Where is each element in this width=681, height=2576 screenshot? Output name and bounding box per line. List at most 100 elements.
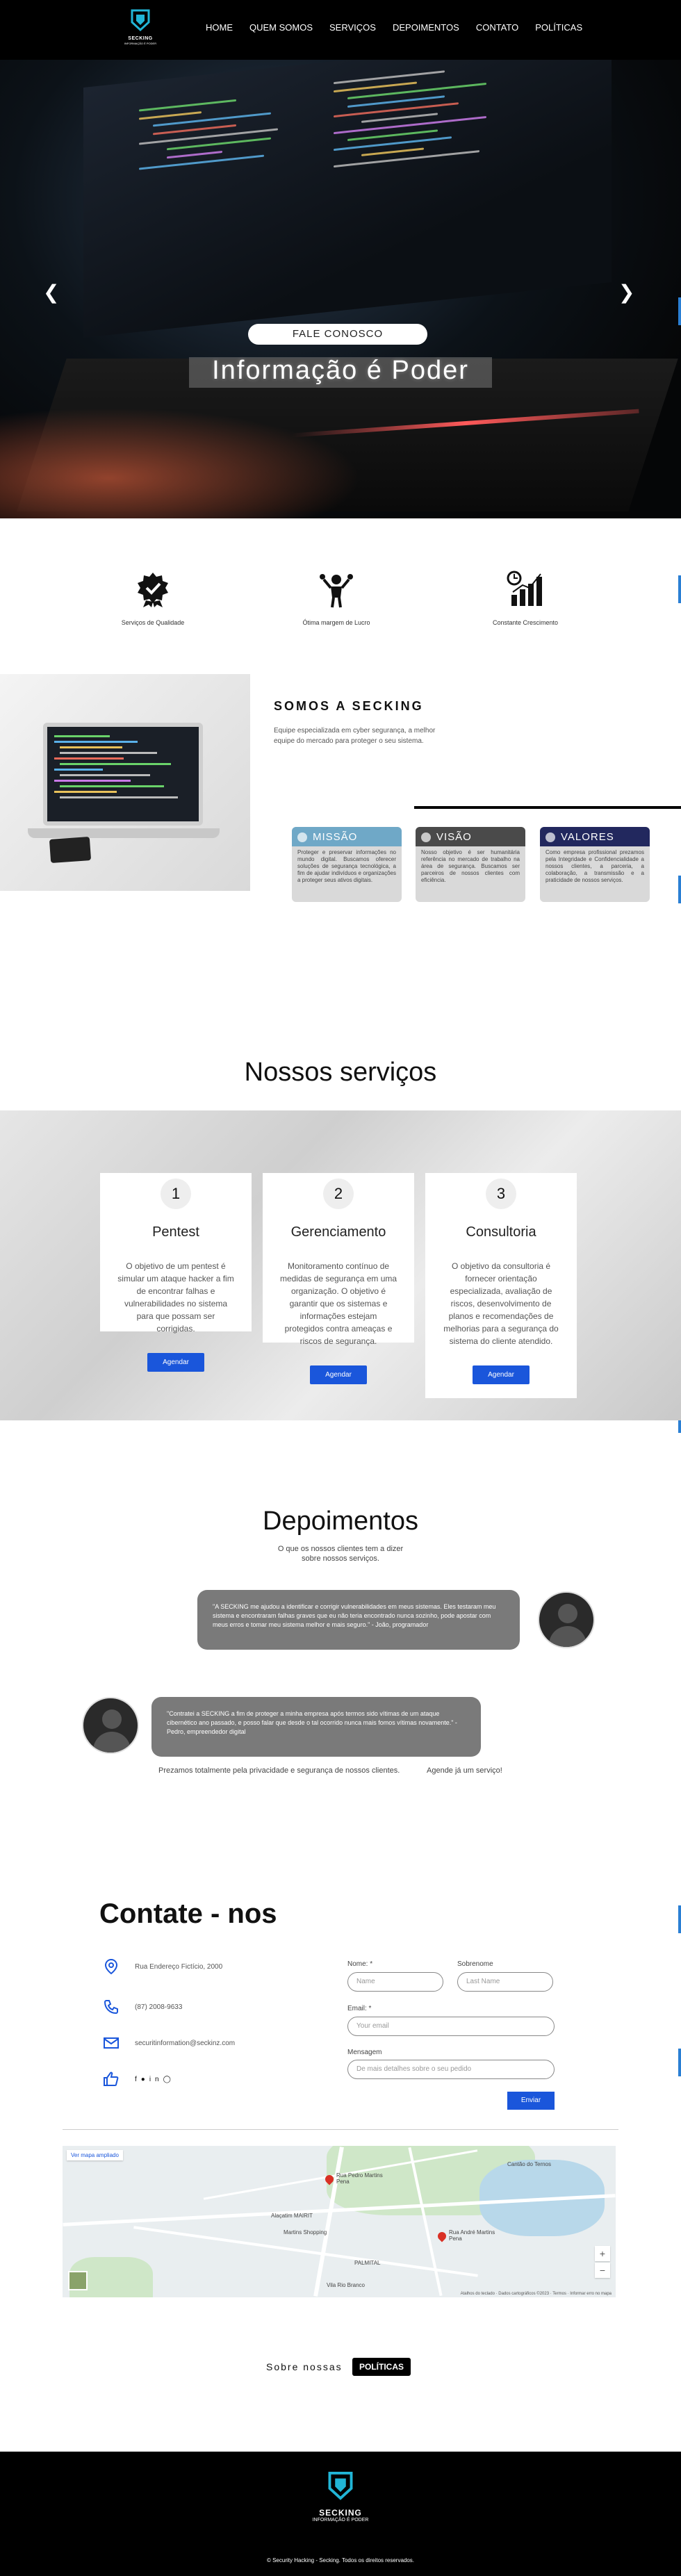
feature-quality: Serviços de Qualidade xyxy=(97,570,208,626)
about-text: Equipe especializada em cyber segurança,… xyxy=(274,727,436,745)
agendar-button[interactable]: Agendar xyxy=(147,1353,204,1372)
mail-icon xyxy=(104,2037,119,2049)
email-input[interactable]: Your email xyxy=(347,2017,555,2036)
service-desc: Monitoramento contínuo de medidas de seg… xyxy=(279,1261,397,1346)
agendar-button[interactable]: Agendar xyxy=(310,1365,367,1384)
service-number: 1 xyxy=(161,1179,191,1209)
map-embed[interactable]: Ver mapa ampliado Rua Pedro Martins Pena… xyxy=(63,2146,616,2297)
hero-laptop-screen xyxy=(83,60,612,338)
facebook-icon[interactable]: f xyxy=(135,2076,141,2083)
nav-home[interactable]: HOME xyxy=(197,22,241,33)
send-button[interactable]: Enviar xyxy=(507,2092,555,2110)
celebrating-person-icon xyxy=(320,574,353,608)
card-text: Nosso objetivo é ser humanitária referên… xyxy=(421,849,520,883)
surname-label: Sobrenome xyxy=(457,1960,493,1968)
phone-icon xyxy=(104,2000,118,2015)
services-title: Nossos serviços xyxy=(244,1058,437,1087)
shield-logo-icon xyxy=(131,9,150,32)
location-pin-icon xyxy=(104,1958,118,1975)
name-label: Nome: * xyxy=(347,1960,373,1968)
side-tab[interactable] xyxy=(678,297,681,325)
vision-icon xyxy=(421,832,431,842)
nav-servicos[interactable]: SERVIÇOS xyxy=(321,22,384,33)
mission-icon xyxy=(297,832,307,842)
politicas-button[interactable]: POLÍTICAS xyxy=(352,2358,411,2376)
side-tab[interactable] xyxy=(678,2049,681,2076)
service-name: Gerenciamento xyxy=(290,1224,386,1240)
fale-conosco-button[interactable]: FALE CONOSCO xyxy=(248,324,427,345)
card-text: Proteger e preservar informações no mund… xyxy=(297,849,396,883)
linkedin-icon[interactable]: in xyxy=(149,2076,163,2083)
email-text[interactable]: securitinformation@seckinz.com xyxy=(135,2040,235,2047)
nav-quem-somos[interactable]: QUEM SOMOS xyxy=(241,22,321,33)
schedule-link[interactable]: Agende já um serviço! xyxy=(427,1766,502,1775)
feature-label: Constante Crescimento xyxy=(492,619,559,626)
service-desc: O objetivo de um pentest é simular um at… xyxy=(117,1261,234,1334)
brand-logo[interactable]: SECKING INFORMAÇÃO É PODER xyxy=(120,8,161,51)
map-label: Vila Rio Branco xyxy=(327,2282,365,2288)
contact-phone: (87) 2008-9633 xyxy=(103,1999,182,2015)
twitter-icon[interactable]: ● xyxy=(141,2076,149,2083)
map-enlarge-link[interactable]: Ver mapa ampliado xyxy=(67,2150,123,2160)
thumbs-up-icon xyxy=(104,2072,119,2086)
feature-label: Serviços de Qualidade xyxy=(121,619,185,626)
service-name: Consultoria xyxy=(466,1224,536,1240)
footer-brand-tagline: INFORMAÇÃO É PODER xyxy=(312,2518,369,2522)
nav-contato[interactable]: CONTATO xyxy=(468,22,527,33)
map-pin-icon[interactable] xyxy=(436,2230,448,2242)
nav-depoimentos[interactable]: DEPOIMENTOS xyxy=(384,22,468,33)
contact-email: securitinformation@seckinz.com xyxy=(103,2035,235,2051)
surname-input[interactable]: Last Name xyxy=(457,1972,553,1992)
quality-badge-icon xyxy=(138,573,168,607)
growth-chart-icon xyxy=(507,571,542,606)
site-header: SECKING INFORMAÇÃO É PODER HOME QUEM SOM… xyxy=(0,0,681,60)
map-zoom-out[interactable]: − xyxy=(595,2263,610,2278)
side-tab[interactable] xyxy=(678,575,681,603)
about-title: SOMOS A SECKING xyxy=(274,699,424,713)
brand-tagline: INFORMAÇÃO É PODER xyxy=(124,42,157,45)
map-label: Rua Pedro Martins Pena xyxy=(336,2172,383,2185)
hero-banner: FALE CONOSCO Informação é Poder ❮ ❯ xyxy=(0,60,681,518)
card-text: Como empresa profissional prezamos pela … xyxy=(545,849,644,883)
service-card-pentest: 1 Pentest O objetivo de um pentest é sim… xyxy=(100,1173,252,1372)
testimonials-subtitle: O que os nossos clientes tem a dizer xyxy=(277,1545,404,1553)
map-label: Cantão do Ternos xyxy=(507,2161,552,2167)
side-tab[interactable] xyxy=(678,876,681,903)
footer-brand-name: SECKING xyxy=(319,2508,362,2518)
message-label: Mensagem xyxy=(347,2049,382,2056)
card-missao: MISSÃO Proteger e preservar informações … xyxy=(292,827,402,902)
agendar-button[interactable]: Agendar xyxy=(473,1365,530,1384)
email-label: Email: * xyxy=(347,2005,372,2012)
card-valores: VALORES Como empresa profissional prezam… xyxy=(540,827,650,902)
service-card-consultoria: 3 Consultoria O objetivo da consultoria … xyxy=(425,1173,577,1398)
contact-social: f●in◯ xyxy=(103,2071,175,2087)
card-title: MISSÃO xyxy=(313,831,358,843)
carousel-prev-icon[interactable]: ❮ xyxy=(43,281,59,304)
card-title: VISÃO xyxy=(436,831,472,843)
testimonial-bubble: "A SECKING me ajudou a identificar e cor… xyxy=(197,1590,520,1650)
card-visao: VISÃO Nosso objetivo é ser humanitária r… xyxy=(416,827,525,902)
testimonial-bubble: "Contratei a SECKING a fim de proteger a… xyxy=(151,1697,481,1757)
phone-text: (87) 2008-9633 xyxy=(135,2003,183,2011)
footer-copyright: © Security Hacking - Secking. Todos os d… xyxy=(266,2557,415,2563)
side-tab[interactable] xyxy=(678,1905,681,1933)
message-input[interactable]: De mais detalhes sobre o seu pedido xyxy=(347,2060,555,2079)
testimonials-subtitle: sobre nossos serviços. xyxy=(302,1554,379,1563)
about-laptop-image xyxy=(0,674,250,891)
service-number: 3 xyxy=(486,1179,516,1209)
avatar xyxy=(82,1697,139,1754)
address-text: Rua Endereço Fictício, 2000 xyxy=(135,1962,223,1971)
service-number: 2 xyxy=(323,1179,354,1209)
carousel-next-icon[interactable]: ❯ xyxy=(618,281,634,304)
footer-logo[interactable]: SECKING INFORMAÇÃO É PODER xyxy=(306,2470,375,2522)
map-attribution: Atalhos do teclado · Dados cartográficos… xyxy=(460,2292,612,2296)
map-zoom-in[interactable]: + xyxy=(595,2246,610,2261)
feature-growth: Constante Crescimento xyxy=(470,570,581,626)
name-input[interactable]: Name xyxy=(347,1972,443,1992)
testimonials-title: Depoimentos xyxy=(263,1507,418,1536)
instagram-icon[interactable]: ◯ xyxy=(163,2076,175,2083)
map-satellite-toggle[interactable] xyxy=(68,2271,88,2290)
nav-politicas[interactable]: POLÍTICAS xyxy=(527,22,591,33)
service-name: Pentest xyxy=(152,1224,199,1240)
map-label: Martins Shopping xyxy=(284,2229,327,2235)
